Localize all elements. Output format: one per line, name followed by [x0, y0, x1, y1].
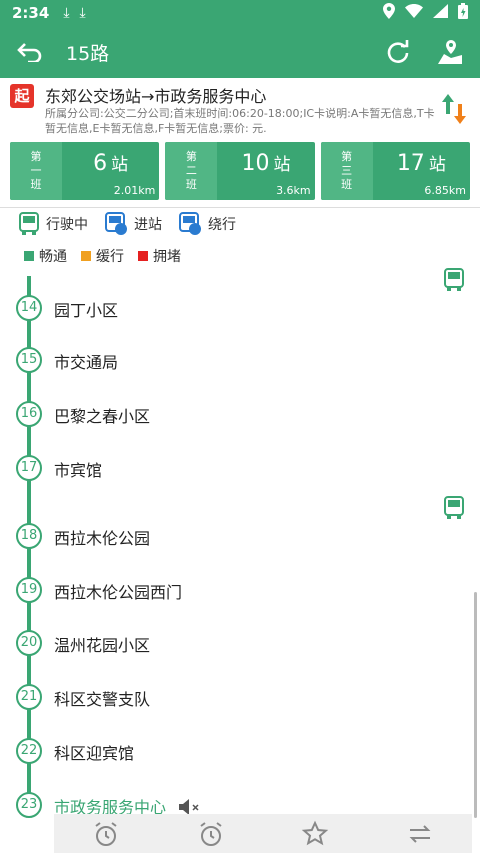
stop-item[interactable]: 20 温州花园小区: [0, 628, 480, 662]
stop-item[interactable]: 22 科区迎宾馆: [0, 736, 480, 770]
bus-card-2[interactable]: 第二班 10 站 3.6km: [165, 142, 315, 200]
stop-number: 22: [16, 738, 42, 764]
refresh-icon: [387, 40, 409, 63]
stop-item[interactable]: 19 西拉木伦公园西门: [0, 575, 480, 609]
stop-number: 14: [16, 295, 42, 321]
legend-running: 行驶中: [18, 212, 88, 236]
bus-card-distance: 6.85km: [424, 184, 466, 197]
stop-name: 园丁小区: [54, 301, 119, 320]
map-icon: [438, 40, 462, 64]
stop-item[interactable]: 17 市宾馆: [0, 453, 480, 487]
back-button[interactable]: [16, 38, 44, 66]
stop-name: 科区迎宾馆: [54, 744, 135, 763]
stop-name: 西拉木伦公园: [54, 529, 151, 548]
battery-icon: [458, 3, 468, 23]
bottom-toolbar: [54, 814, 472, 853]
legend-congested: 拥堵: [138, 246, 181, 266]
bus-position-icon[interactable]: [442, 496, 466, 520]
bus-card-1[interactable]: 第一班 6站 2.01km: [10, 142, 160, 200]
stop-item[interactable]: 21 科区交警支队: [0, 682, 480, 716]
refresh-button[interactable]: [384, 38, 412, 66]
swap-direction-icon: [442, 94, 466, 124]
bus-card-label: 第三班: [320, 142, 373, 200]
stop-number: 17: [16, 455, 42, 481]
bus-card-distance: 2.01km: [113, 184, 156, 197]
traffic-legend: 畅通 缓行 拥堵: [24, 246, 181, 266]
stop-name: 温州花园小区: [54, 636, 151, 655]
stop-name: 市交通局: [54, 353, 119, 372]
stop-item[interactable]: 14 园丁小区: [0, 293, 480, 327]
route-info: 起 东郊公交场站→市政务服务中心 所属分公司:公交二分公司;首末班时间:06:2…: [0, 78, 480, 138]
stop-name: 科区交警支队: [54, 690, 151, 709]
back-arrow-icon: [17, 43, 42, 62]
stop-number: 16: [16, 401, 42, 427]
page-title: 15路: [66, 42, 110, 65]
stop-item[interactable]: 16 巴黎之春小区: [0, 399, 480, 433]
legend-arriving: 进站: [104, 212, 162, 236]
bus-card-label: 第一班: [10, 142, 62, 200]
alarm-tab-1[interactable]: [91, 820, 121, 850]
stop-item[interactable]: 18 西拉木伦公园: [0, 521, 480, 555]
download-icon-2: ⤓: [79, 5, 86, 21]
route-name: 东郊公交场站→市政务服务中心: [45, 87, 267, 106]
stop-number: 18: [16, 523, 42, 549]
swap-direction-button[interactable]: [440, 92, 468, 126]
legend-smooth: 畅通: [24, 246, 67, 266]
bus-status-legend: 行驶中 进站 绕行: [18, 212, 236, 236]
stop-name: 西拉木伦公园西门: [54, 583, 183, 602]
bus-icon: [19, 212, 39, 235]
bus-detour-icon: [179, 212, 201, 235]
bus-position-icon[interactable]: [442, 268, 466, 292]
stop-number: 20: [16, 630, 42, 656]
stop-name: 市宾馆: [54, 461, 103, 480]
divider: [0, 207, 480, 208]
switch-direction-tab[interactable]: [405, 820, 435, 850]
legend-slow: 缓行: [81, 246, 124, 266]
route-detail: 所属分公司:公交二分公司;首末班时间:06:20-18:00;IC卡说明:A卡暂…: [45, 107, 435, 135]
map-button[interactable]: [436, 38, 464, 66]
stop-list[interactable]: 14 园丁小区 15 市交通局 16 巴黎之春小区 17 市宾馆 18 西拉木伦…: [0, 268, 480, 818]
app-bar: 15路: [0, 26, 480, 78]
alarm-tab-2[interactable]: [196, 820, 226, 850]
switch-icon: [409, 825, 431, 843]
star-icon: [302, 820, 329, 846]
stop-item[interactable]: 15 市交通局: [0, 345, 480, 379]
status-bar: 2:34 ⤓ ⤓: [0, 0, 480, 26]
bus-cards: 第一班 6站 2.01km 第二班 10 站 3.6km 第三班 17 站 6.85…: [10, 142, 470, 200]
stop-number: 23: [16, 792, 42, 818]
status-time: 2:34: [12, 4, 50, 22]
bus-arriving-icon: [105, 212, 127, 235]
download-icon: ⤓: [63, 5, 70, 21]
location-icon: [383, 3, 395, 23]
stop-number: 15: [16, 347, 42, 373]
scrollbar[interactable]: [474, 592, 477, 818]
stop-number: 21: [16, 684, 42, 710]
swatch-congested: [138, 251, 148, 261]
alarm-clock-icon: [95, 822, 117, 846]
bus-card-distance: 3.6km: [276, 184, 311, 197]
stop-number: 19: [16, 577, 42, 603]
bus-card-3[interactable]: 第三班 17 站 6.85km: [320, 142, 470, 200]
signal-icon: [433, 4, 448, 22]
origin-badge: 起: [10, 84, 34, 108]
stop-name: 巴黎之春小区: [54, 407, 151, 426]
swatch-smooth: [24, 251, 34, 261]
swatch-slow: [81, 251, 91, 261]
wifi-icon: [405, 4, 423, 22]
favorite-tab[interactable]: [300, 820, 330, 850]
bus-card-label: 第二班: [165, 142, 218, 200]
alarm-clock-icon: [200, 822, 222, 846]
legend-detour: 绕行: [178, 212, 236, 236]
